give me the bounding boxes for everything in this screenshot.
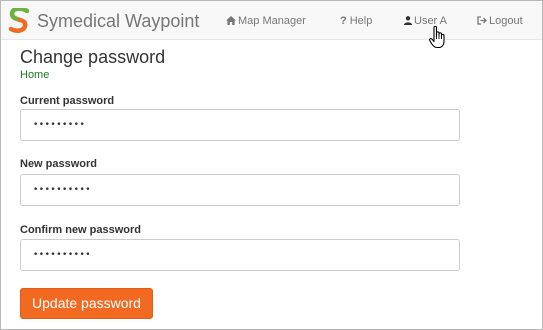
confirm-password-label: Confirm new password [20,224,142,236]
new-password-field[interactable]: •••••••••• [20,174,460,206]
user-icon [404,16,412,25]
home-icon [226,16,236,25]
nav-map-manager[interactable]: Map Manager [226,14,306,28]
current-password-label: Current password [20,95,115,107]
symedical-logo-icon[interactable] [8,8,30,33]
nav-logout[interactable]: Logout [477,14,523,28]
question-icon: ? [340,15,347,27]
nav-logout-label: Logout [489,15,523,27]
nav-help[interactable]: ? Help [340,14,372,28]
confirm-password-field[interactable]: •••••••••• [20,239,460,271]
page-title: Change password [20,47,166,67]
hand-pointer-cursor-icon [429,25,445,49]
brand-name[interactable]: Symedical Waypoint [37,10,199,32]
logout-icon [477,16,487,25]
browser-frame: Symedical Waypoint Map Manager ? Help Use… [0,0,543,330]
current-password-field[interactable]: ••••••••• [20,109,460,141]
nav-help-label: Help [349,15,373,27]
new-password-label: New password [20,158,98,170]
update-password-button[interactable]: Update password [20,288,153,319]
nav-map-manager-label: Map Manager [238,15,306,27]
navbar: Symedical Waypoint Map Manager ? Help Use… [1,1,542,40]
breadcrumb-home-link[interactable]: Home [20,69,49,82]
